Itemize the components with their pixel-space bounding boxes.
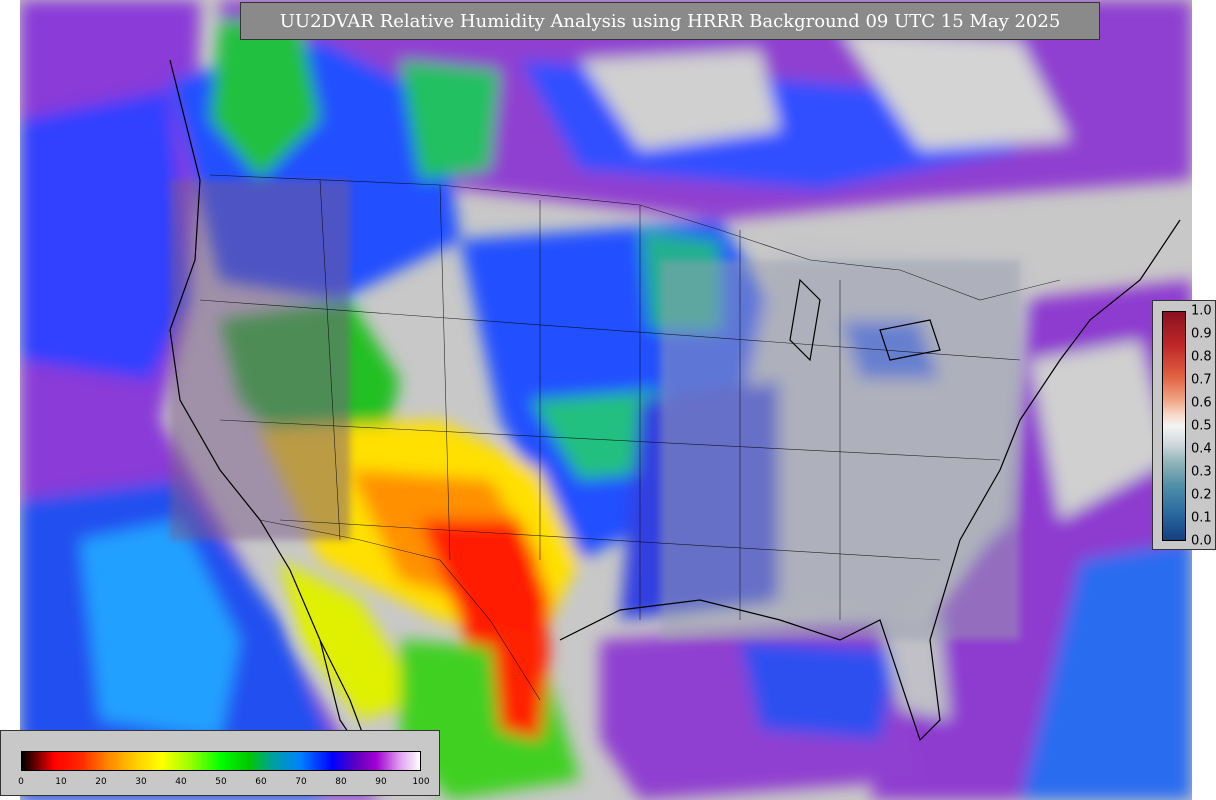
gulf-blue bbox=[740, 640, 900, 740]
rh-tick-label: 30 bbox=[135, 777, 147, 787]
humidity-map bbox=[20, 0, 1192, 800]
rh-tick-label: 100 bbox=[412, 777, 430, 787]
map-frame bbox=[20, 0, 1192, 800]
rh-tick-label: 20 bbox=[95, 777, 107, 787]
obs-colorbar: 1.0 0.9 0.8 0.7 0.6 0.5 0.4 0.3 0.2 0.1 … bbox=[1152, 300, 1216, 550]
rh-tick-label: 70 bbox=[295, 777, 307, 787]
obs-tick-label: 0.7 bbox=[1191, 372, 1212, 388]
obs-tick-label: 0.3 bbox=[1191, 464, 1212, 480]
rh-tick-label: 0 bbox=[18, 777, 24, 787]
rh-tick-label: 40 bbox=[175, 777, 187, 787]
obs-tick-label: 0.2 bbox=[1191, 487, 1212, 503]
obs-tick-label: 1.0 bbox=[1191, 303, 1212, 319]
rh-tick-label: 50 bbox=[215, 777, 227, 787]
rh-tick-label: 90 bbox=[375, 777, 387, 787]
obs-tick-label: 0.9 bbox=[1191, 326, 1212, 342]
obs-tick-label: 0.8 bbox=[1191, 349, 1212, 365]
obs-tick-label: 0.4 bbox=[1191, 441, 1212, 457]
pacific-blue-north bbox=[20, 90, 190, 380]
obs-tick-label: 0.1 bbox=[1191, 510, 1212, 526]
obs-tick-label: 0.0 bbox=[1191, 533, 1212, 549]
rh-colorbar-gradient bbox=[21, 751, 421, 771]
map-title: UU2DVAR Relative Humidity Analysis using… bbox=[240, 2, 1100, 40]
obs-colorbar-gradient bbox=[1162, 311, 1186, 541]
rh-tick-label: 80 bbox=[335, 777, 347, 787]
rh-tick-label: 10 bbox=[55, 777, 67, 787]
rh-tick-label: 60 bbox=[255, 777, 267, 787]
obs-tick-label: 0.5 bbox=[1191, 418, 1212, 434]
obs-tick-label: 0.6 bbox=[1191, 395, 1212, 411]
rh-colorbar: 0 10 20 30 40 50 60 70 80 90 100 bbox=[0, 730, 440, 796]
